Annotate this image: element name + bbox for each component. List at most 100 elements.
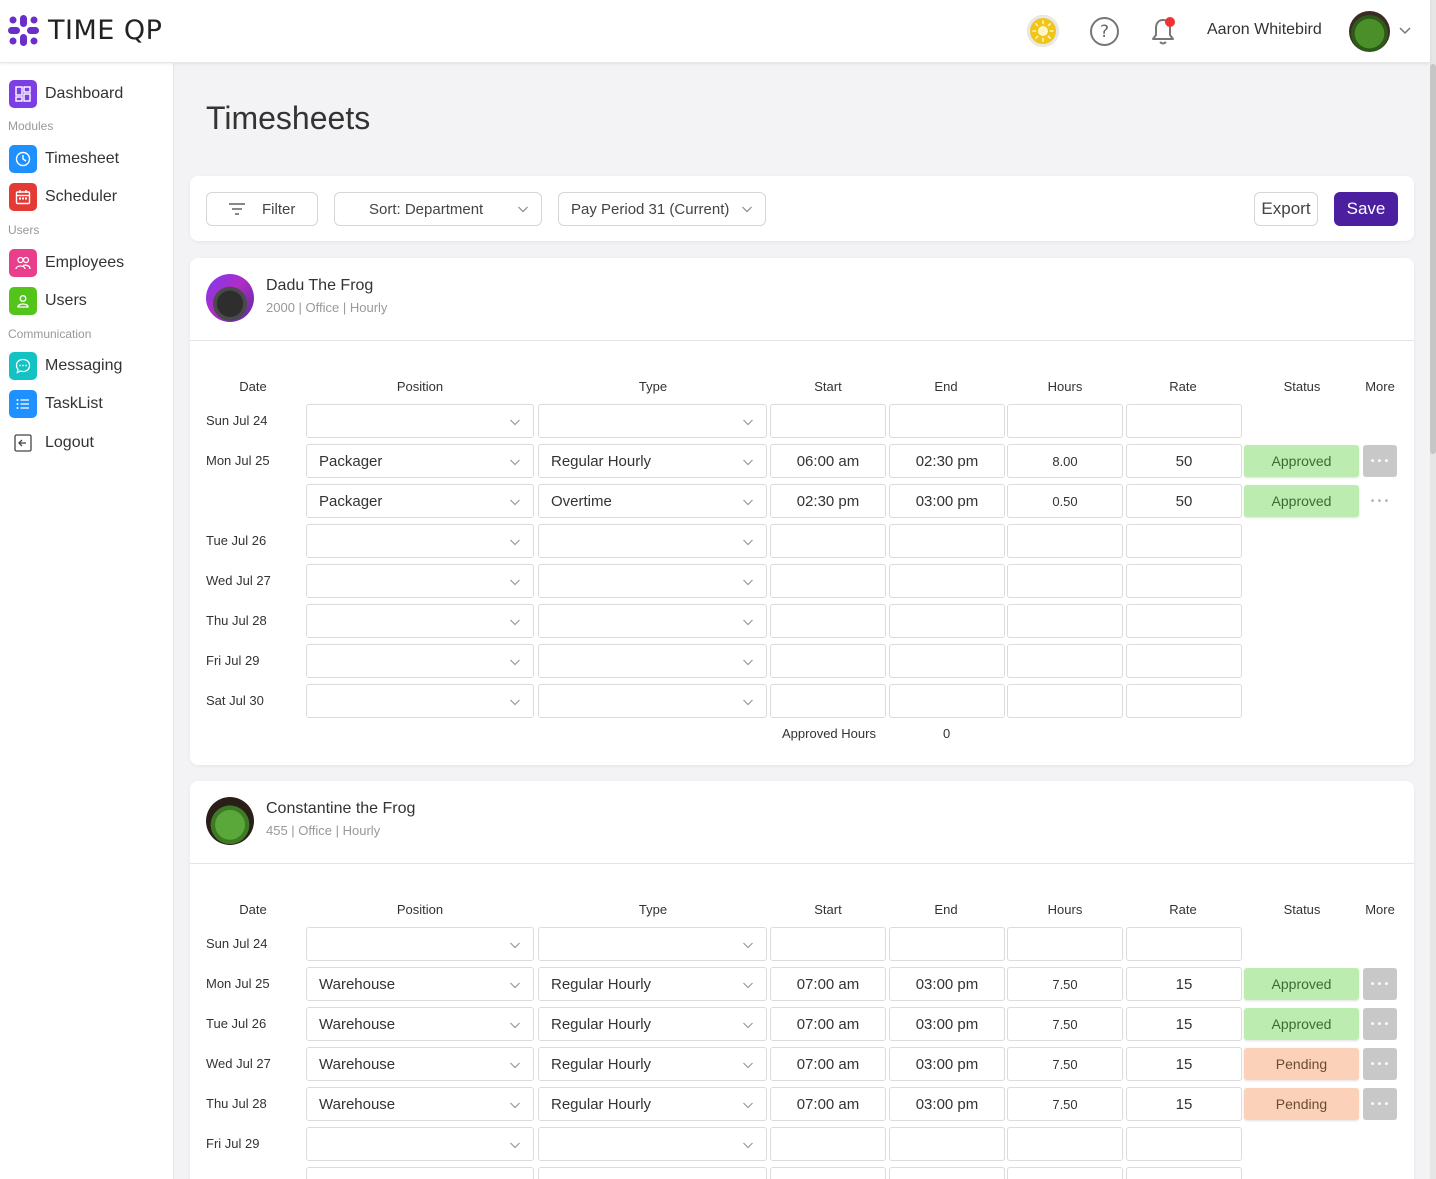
- sidebar-item-scheduler[interactable]: Scheduler: [9, 183, 117, 211]
- position-select[interactable]: [306, 1167, 534, 1179]
- status-badge[interactable]: Approved: [1244, 485, 1359, 517]
- more-button[interactable]: •••: [1363, 1048, 1397, 1080]
- end-input[interactable]: [889, 524, 1005, 558]
- end-input[interactable]: 03:00 pm: [889, 484, 1005, 518]
- start-input[interactable]: [770, 684, 886, 718]
- status-badge[interactable]: Approved: [1244, 445, 1359, 477]
- type-select[interactable]: Regular Hourly: [538, 1047, 767, 1081]
- rate-input[interactable]: [1126, 684, 1242, 718]
- end-input[interactable]: 03:00 pm: [889, 967, 1005, 1001]
- hours-input[interactable]: [1007, 524, 1123, 558]
- sidebar-item-messaging[interactable]: Messaging: [9, 352, 122, 380]
- position-select[interactable]: [306, 644, 534, 678]
- position-select[interactable]: Warehouse: [306, 1047, 534, 1081]
- hours-input[interactable]: [1007, 564, 1123, 598]
- rate-input[interactable]: 15: [1126, 967, 1242, 1001]
- end-input[interactable]: [889, 684, 1005, 718]
- sort-select[interactable]: Sort: Department: [334, 192, 542, 226]
- position-select[interactable]: [306, 524, 534, 558]
- type-select[interactable]: Overtime: [538, 484, 767, 518]
- status-badge[interactable]: Pending: [1244, 1048, 1359, 1080]
- start-input[interactable]: 07:00 am: [770, 1087, 886, 1121]
- start-input[interactable]: [770, 644, 886, 678]
- type-select[interactable]: Regular Hourly: [538, 444, 767, 478]
- hours-input[interactable]: 7.50: [1007, 967, 1123, 1001]
- more-button[interactable]: •••: [1363, 445, 1397, 477]
- start-input[interactable]: [770, 564, 886, 598]
- position-select[interactable]: [306, 404, 534, 438]
- more-button[interactable]: •••: [1363, 968, 1397, 1000]
- hours-input[interactable]: 8.00: [1007, 444, 1123, 478]
- type-select[interactable]: Regular Hourly: [538, 1087, 767, 1121]
- type-select[interactable]: [538, 927, 767, 961]
- status-badge[interactable]: Approved: [1244, 968, 1359, 1000]
- rate-input[interactable]: [1126, 524, 1242, 558]
- rate-input[interactable]: 15: [1126, 1047, 1242, 1081]
- type-select[interactable]: [538, 564, 767, 598]
- start-input[interactable]: 06:00 am: [770, 444, 886, 478]
- position-select[interactable]: Warehouse: [306, 967, 534, 1001]
- type-select[interactable]: [538, 1127, 767, 1161]
- filter-button[interactable]: Filter: [206, 192, 318, 226]
- rate-input[interactable]: [1126, 1127, 1242, 1161]
- type-select[interactable]: [538, 604, 767, 638]
- position-select[interactable]: [306, 604, 534, 638]
- scrollbar-thumb[interactable]: [1430, 64, 1436, 454]
- type-select[interactable]: [538, 404, 767, 438]
- rate-input[interactable]: 15: [1126, 1087, 1242, 1121]
- start-input[interactable]: 07:00 am: [770, 1007, 886, 1041]
- end-input[interactable]: [889, 644, 1005, 678]
- position-select[interactable]: [306, 1127, 534, 1161]
- hours-input[interactable]: [1007, 1167, 1123, 1179]
- save-button[interactable]: Save: [1334, 192, 1398, 226]
- type-select[interactable]: [538, 644, 767, 678]
- start-input[interactable]: [770, 604, 886, 638]
- hours-input[interactable]: [1007, 404, 1123, 438]
- start-input[interactable]: [770, 927, 886, 961]
- rate-input[interactable]: [1126, 604, 1242, 638]
- rate-input[interactable]: 50: [1126, 444, 1242, 478]
- sidebar-item-timesheet[interactable]: Timesheet: [9, 145, 119, 173]
- employee-name[interactable]: Constantine the Frog: [266, 800, 415, 818]
- start-input[interactable]: 07:00 am: [770, 1047, 886, 1081]
- position-select[interactable]: [306, 927, 534, 961]
- hours-input[interactable]: [1007, 1127, 1123, 1161]
- end-input[interactable]: [889, 1167, 1005, 1179]
- employee-name[interactable]: Dadu The Frog: [266, 277, 373, 295]
- start-input[interactable]: 02:30 pm: [770, 484, 886, 518]
- position-select[interactable]: Packager: [306, 444, 534, 478]
- brand[interactable]: TIME QP: [7, 14, 162, 47]
- hours-input[interactable]: 7.50: [1007, 1007, 1123, 1041]
- end-input[interactable]: [889, 604, 1005, 638]
- employee-avatar[interactable]: [206, 274, 254, 322]
- end-input[interactable]: [889, 927, 1005, 961]
- hours-input[interactable]: [1007, 927, 1123, 961]
- end-input[interactable]: 03:00 pm: [889, 1007, 1005, 1041]
- export-button[interactable]: Export: [1254, 192, 1318, 226]
- pay-period-select[interactable]: Pay Period 31 (Current): [558, 192, 766, 226]
- position-select[interactable]: [306, 684, 534, 718]
- more-button[interactable]: •••: [1363, 1008, 1397, 1040]
- chevron-down-icon[interactable]: [1398, 24, 1412, 38]
- user-name[interactable]: Aaron Whitebird: [1207, 21, 1322, 39]
- position-select[interactable]: Warehouse: [306, 1007, 534, 1041]
- type-select[interactable]: Regular Hourly: [538, 967, 767, 1001]
- status-badge[interactable]: Approved: [1244, 1008, 1359, 1040]
- position-select[interactable]: Packager: [306, 484, 534, 518]
- sidebar-item-logout[interactable]: Logout: [9, 429, 94, 457]
- sidebar-item-dashboard[interactable]: Dashboard: [9, 80, 123, 108]
- rate-input[interactable]: [1126, 927, 1242, 961]
- rate-input[interactable]: 50: [1126, 484, 1242, 518]
- end-input[interactable]: [889, 564, 1005, 598]
- sidebar-item-employees[interactable]: Employees: [9, 249, 124, 277]
- more-button[interactable]: •••: [1363, 485, 1397, 517]
- end-input[interactable]: 03:00 pm: [889, 1047, 1005, 1081]
- hours-input[interactable]: [1007, 644, 1123, 678]
- sidebar-item-users[interactable]: Users: [9, 287, 87, 315]
- sidebar-item-tasklist[interactable]: TaskList: [9, 390, 103, 418]
- type-select[interactable]: Regular Hourly: [538, 1007, 767, 1041]
- start-input[interactable]: [770, 524, 886, 558]
- hours-input[interactable]: 7.50: [1007, 1047, 1123, 1081]
- user-avatar[interactable]: [1349, 11, 1390, 52]
- hours-input[interactable]: 7.50: [1007, 1087, 1123, 1121]
